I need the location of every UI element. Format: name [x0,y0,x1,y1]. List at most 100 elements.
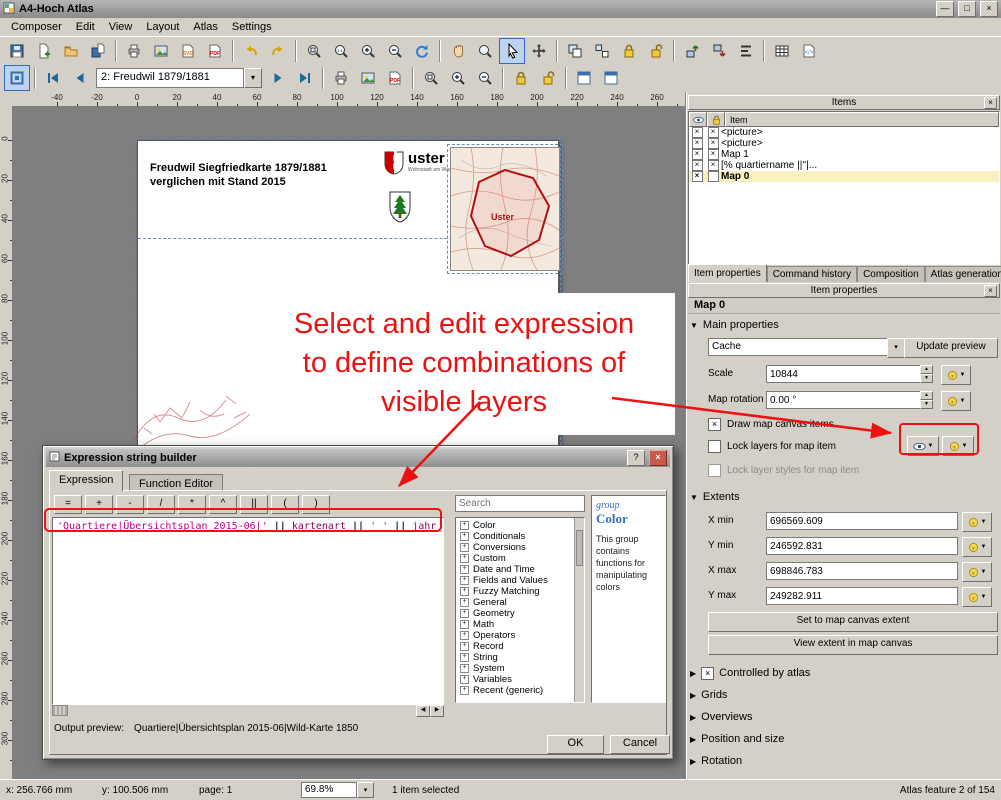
menu-edit[interactable]: Edit [69,19,102,35]
y-min-input[interactable] [766,537,958,555]
expand-icon[interactable]: + [460,565,469,574]
function-group[interactable]: +Date and Time [456,564,584,575]
section-extents[interactable]: ▼ Extents [690,490,998,504]
update-preview-button[interactable]: Update preview [904,338,998,358]
move-item-content-tool-button[interactable] [526,38,552,64]
select-move-item-tool-button[interactable] [499,38,525,64]
expand-icon[interactable]: + [460,587,469,596]
item-visibility-checkbox[interactable]: × [692,127,703,138]
operator-button-||[interactable]: || [240,495,268,514]
preview-atlas-button[interactable] [4,65,30,91]
function-group[interactable]: +General [456,597,584,608]
dialog-help-button[interactable]: ? [627,450,645,466]
add-html-frame-button[interactable]: </> [796,38,822,64]
items-panel-header[interactable]: Items × [688,95,1000,110]
cache-combo-arrow-icon[interactable]: ▾ [887,338,905,358]
map-rotation-input[interactable] [766,391,922,409]
item-lock-checkbox[interactable]: × [708,160,719,171]
function-group[interactable]: +Geometry [456,608,584,619]
lock-toolbar-button[interactable] [508,65,534,91]
lock-items-button[interactable] [616,38,642,64]
item-lock-checkbox[interactable]: × [708,149,719,160]
items-row[interactable]: ×Map 0 [689,171,999,182]
tab-atlas-generation[interactable]: Atlas generation [925,266,1001,282]
tab-composition[interactable]: Composition [857,266,925,282]
scroll-right-icon[interactable]: ▶ [430,705,444,717]
lock-layers-eye-button[interactable]: ▼ [907,436,939,456]
operator-button-([interactable]: ( [271,495,299,514]
atlas-feature-combo-value[interactable]: 2: Freudwil 1879/1881 [96,68,244,88]
tab-command-history[interactable]: Command history [767,266,857,282]
expand-icon[interactable]: + [460,664,469,673]
expand-icon[interactable]: + [460,598,469,607]
zoom-value[interactable]: 69.8% [301,782,357,798]
section-overviews[interactable]: ▶Overviews [690,710,998,724]
expand-icon[interactable]: + [460,675,469,684]
close-button[interactable]: × [980,1,998,17]
zoom-in-atlas-button[interactable] [445,65,471,91]
undo-button[interactable] [238,38,264,64]
draw-canvas-items-checkbox[interactable]: × Draw map canvas items [708,418,834,431]
titlebar[interactable]: A4-Hoch Atlas — □ × [0,0,1001,18]
item-properties-close-icon[interactable]: × [984,285,997,297]
expression-editor[interactable]: 'Quartiere|Übersichtsplan 2015-06|' || k… [52,517,444,705]
function-group[interactable]: +Fuzzy Matching [456,586,584,597]
tab-function-editor[interactable]: Function Editor [129,474,223,491]
section-controlled-by-atlas[interactable]: ▶×Controlled by atlas [690,666,998,680]
items-row[interactable]: ××[% quartiername ||''|... [689,160,999,171]
menu-settings[interactable]: Settings [225,19,279,35]
expand-icon[interactable]: + [460,532,469,541]
minimize-button[interactable]: — [936,1,954,17]
unlock-items-button[interactable] [643,38,669,64]
scale-input[interactable] [766,365,922,383]
view-extent-in-map-canvas-button[interactable]: View extent in map canvas [708,635,998,655]
operator-button-^[interactable]: ^ [209,495,237,514]
expand-icon[interactable]: + [460,576,469,585]
print-button[interactable] [121,38,147,64]
zoom-to-feature-button[interactable] [418,65,444,91]
new-composition-button[interactable] [31,38,57,64]
function-group[interactable]: +Conditionals [456,531,584,542]
item-visibility-checkbox[interactable]: × [692,149,703,160]
expand-icon[interactable]: + [460,631,469,640]
function-group[interactable]: +Conversions [456,542,584,553]
function-search-input[interactable] [455,495,585,512]
print-atlas-button[interactable] [328,65,354,91]
composer-canvas[interactable]: Freudwil Siegfriedkarte 1879/1881 vergli… [12,106,685,780]
scroll-grip[interactable] [52,705,68,716]
expand-icon[interactable]: + [460,609,469,618]
checkbox-unchecked-icon[interactable] [708,440,721,453]
atlas-feature-combo[interactable]: 2: Freudwil 1879/1881▾ [96,68,262,88]
expand-icon[interactable]: + [460,554,469,563]
show-atlas-panel-button[interactable] [598,65,624,91]
refresh-view-button[interactable] [409,38,435,64]
items-list[interactable]: Item ××<picture>××<picture>××Map 1××[% q… [688,111,1000,265]
section-rotation[interactable]: ▶Rotation [690,754,998,768]
tree-scrollbar[interactable] [574,518,584,702]
item-visibility-checkbox[interactable]: × [692,171,703,182]
tab-item-properties[interactable]: Item properties [688,264,767,282]
lock-layers-checkbox[interactable]: Lock layers for map item [708,440,836,453]
x-min-input[interactable] [766,512,958,530]
align-items-button[interactable] [733,38,759,64]
historic-map-image[interactable]: Uster [450,147,560,271]
section-grids[interactable]: ▶Grids [690,688,998,702]
cancel-button[interactable]: Cancel [610,735,670,754]
export-image-button[interactable] [148,38,174,64]
items-panel-close-icon[interactable]: × [984,97,997,109]
operator-button-+[interactable]: + [85,495,113,514]
scale-data-defined-button[interactable]: ε▼ [941,365,971,385]
operator-button-/[interactable]: / [147,495,175,514]
item-properties-header[interactable]: Item properties × [688,283,1000,298]
maximize-button[interactable]: □ [958,1,976,17]
last-feature-button[interactable] [292,65,318,91]
save-project-button[interactable] [4,38,30,64]
section-checkbox[interactable]: × [701,667,714,680]
expand-icon[interactable]: + [460,642,469,651]
y-max-input[interactable] [766,587,958,605]
operator-button-)[interactable]: ) [302,495,330,514]
extent-data-defined-button[interactable]: ε▼ [962,512,992,532]
zoom-out-button[interactable] [382,38,408,64]
extent-data-defined-button[interactable]: ε▼ [962,587,992,607]
dialog-titlebar[interactable]: Expression string builder ? × [46,449,670,467]
